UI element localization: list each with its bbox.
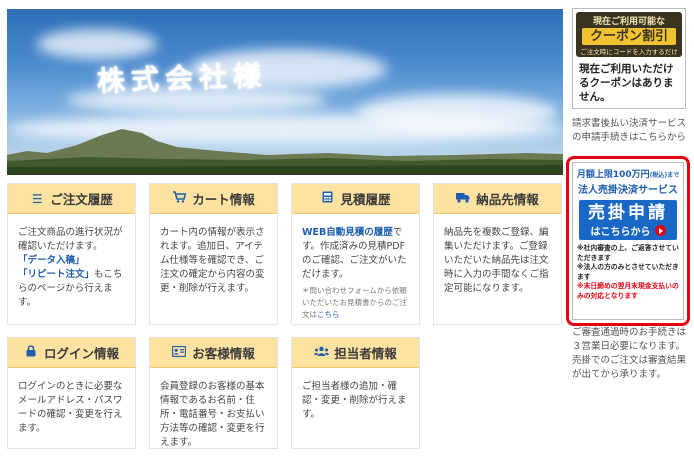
card-header[interactable]: 担当者情報 <box>292 338 419 368</box>
card-header[interactable]: 納品先情報 <box>434 184 561 214</box>
card-customer-info[interactable]: お客様情報 会員登録のお客様の基本情報であるお名前・住所・電話番号・お支払い方法… <box>149 337 278 449</box>
coupon-box: 現在ご利用可能な クーポン割引 ご注文時にコードを入力するだけ 現在ご利用いただ… <box>572 8 686 109</box>
credit-application-sub: はこちらから <box>590 227 651 238</box>
web-quote-history-link[interactable]: WEB自動見積の履歴 <box>302 227 393 238</box>
credit-application-label: 売掛申請 <box>588 203 668 223</box>
card-staff-info[interactable]: 担当者情報 ご担当者様の追加・確認・変更・削除が行えます。 <box>291 337 420 449</box>
card-text: カート内の情報が表示されます。追加日、アイテム仕様等を確認でき、ご注文の確定から… <box>160 227 265 294</box>
card-text-line: らのページから行えます。 <box>18 283 113 308</box>
coupon-message: 現在ご利用いただけるクーポンはありません。 <box>579 63 674 103</box>
coupon-label-main: クーポン割引 <box>582 28 676 45</box>
card-title: ご注文履歴 <box>50 192 113 207</box>
repeat-order-link[interactable]: 「リピート注文」 <box>18 269 94 280</box>
card-title: 納品先情報 <box>476 192 539 207</box>
card-delivery-info[interactable]: 納品先情報 納品先を複数ご登録、編集いただけます。ご登録いただいた納品先は注文時… <box>433 183 562 325</box>
quote-order-link[interactable]: こちら <box>317 310 340 319</box>
card-title: 担当者情報 <box>334 346 397 361</box>
hero-banner: 株式会社様 <box>7 9 563 175</box>
payment-service-name: 法人売掛決済サービス <box>578 185 678 196</box>
card-text-line: 確認いただけます。 <box>18 241 103 252</box>
card-text: 会員登録のお客様の基本情報であるお名前・住所・電話番号・お支払い方法等の確認・変… <box>160 381 265 448</box>
card-title: 見積履歴 <box>340 192 391 207</box>
truck-icon <box>456 192 470 206</box>
credit-application-button[interactable]: 売掛申請 はこちらから <box>579 200 677 240</box>
card-header[interactable]: ログイン情報 <box>8 338 135 368</box>
play-arrow-icon <box>654 225 666 236</box>
payment-note-warning: ※末日締めの翌月末現金支払いのみの対応となります <box>577 282 679 300</box>
coupon-badge: 現在ご利用可能な クーポン割引 ご注文時にコードを入力するだけ <box>576 12 682 57</box>
card-header[interactable]: カート情報 <box>150 184 277 214</box>
card-cart-info[interactable]: カート情報 カート内の情報が表示されます。追加日、アイテム仕様等を確認でき、ご注… <box>149 183 278 325</box>
card-title: カート情報 <box>192 192 255 207</box>
lock-icon <box>24 345 38 360</box>
card-text: 納品先を複数ご登録、編集いただけます。ご登録いただいた納品先は注文時に入力の手間… <box>444 227 549 294</box>
data-upload-link[interactable]: 「データ入稿」 <box>18 255 85 266</box>
card-text-line: ご注文商品の進行状況が <box>18 227 123 238</box>
mountain-landscape <box>7 129 563 175</box>
card-text: ご担当者様の追加・確認・変更・削除が行えます。 <box>302 381 407 420</box>
credit-payment-banner[interactable]: 月額上限100万円(税込)まで 法人売掛決済サービス 売掛申請 はこちらから ※… <box>566 156 690 326</box>
payment-note: ※社内審査の上、ご返答させていただきます <box>577 244 679 262</box>
id-card-icon <box>172 345 187 360</box>
card-login-info[interactable]: ログイン情報 ログインのときに必要なメールアドレス・パスワードの確認・変更を行え… <box>7 337 136 449</box>
list-icon: ☰ <box>31 191 43 206</box>
card-title: ログイン情報 <box>43 346 119 361</box>
card-header[interactable]: 見積履歴 <box>292 184 419 214</box>
card-text: ログインのときに必要なメールアドレス・パスワードの確認・変更を行えます。 <box>18 381 123 434</box>
payment-note: ※法人の方のみとさせていただきます <box>577 263 679 281</box>
card-header[interactable]: お客様情報 <box>150 338 277 368</box>
card-text-inline: もこち <box>94 269 123 280</box>
card-quote-history[interactable]: 見積履歴 WEB自動見積の履歴です。作成済みの見積PDFのご確認、ご注文がいただ… <box>291 183 420 325</box>
invoice-service-text: 請求書後払い決済サービスの申請手続きはこちらから <box>572 118 687 143</box>
cart-icon <box>172 191 187 206</box>
card-order-history[interactable]: ☰ ご注文履歴 ご注文商品の進行状況が 確認いただけます。 「データ入稿」 「リ… <box>7 183 136 325</box>
payment-limit-text: 月額上限100万円 <box>576 170 650 180</box>
coupon-label-top: 現在ご利用可能な <box>592 17 665 27</box>
hero-sky-text: 株式会社様 <box>96 59 268 98</box>
users-icon <box>314 346 330 360</box>
coupon-label-sub: ご注文時にコードを入力するだけ <box>580 48 678 56</box>
payment-limit-note: (税込)まで <box>649 172 680 179</box>
approval-info-text: ご審査通過時のお手続きは３営業日必要になります。売掛でのご注文は審査結果が出てか… <box>572 327 687 380</box>
calculator-icon <box>320 191 334 206</box>
card-header[interactable]: ☰ ご注文履歴 <box>8 184 135 214</box>
card-title: お客様情報 <box>192 346 255 361</box>
